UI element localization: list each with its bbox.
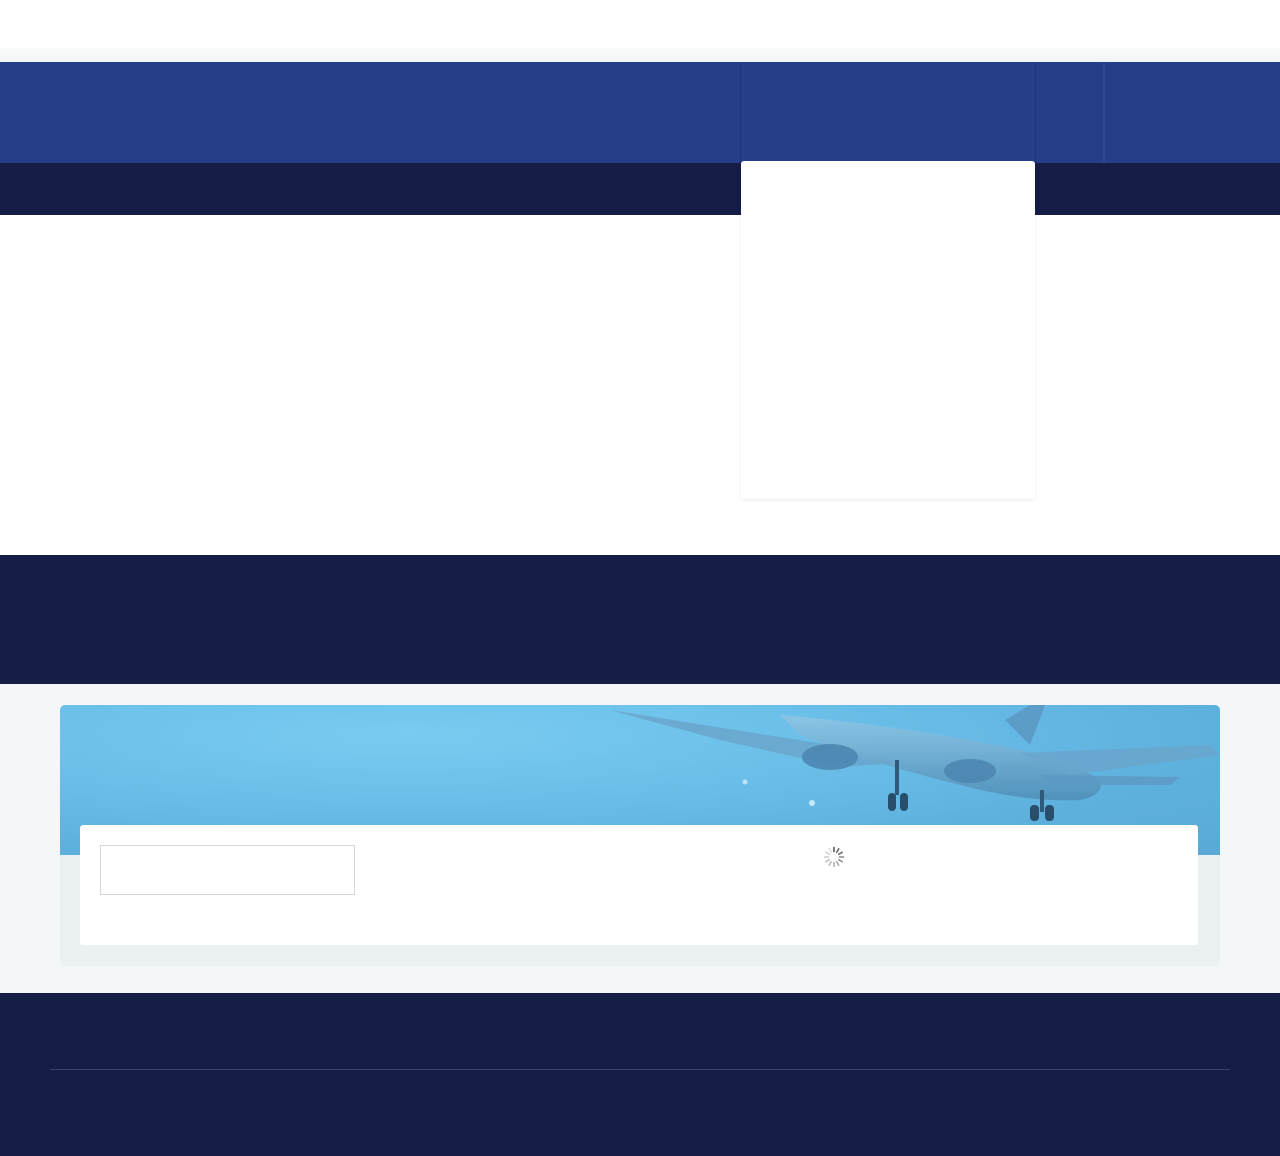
nav-dropdown-menu[interactable] <box>741 161 1035 499</box>
spinner-icon <box>823 846 845 868</box>
search-section <box>0 684 1280 993</box>
airplane-landing-image <box>610 705 1220 821</box>
nav-item-right[interactable] <box>1103 62 1280 163</box>
search-panel <box>60 705 1220 966</box>
footer-divider <box>50 1069 1230 1070</box>
search-form-card <box>80 825 1198 945</box>
main-navigation-bar <box>0 62 1280 163</box>
nav-item-dropdown-trigger[interactable] <box>740 62 1035 163</box>
top-bar <box>0 0 1280 62</box>
top-bar-shadow <box>0 48 1280 62</box>
search-input[interactable] <box>100 845 355 895</box>
nav-item-small[interactable] <box>1035 62 1103 163</box>
dark-banner-section <box>0 555 1280 684</box>
footer <box>0 993 1280 1156</box>
sub-navigation-bar <box>0 163 1280 215</box>
